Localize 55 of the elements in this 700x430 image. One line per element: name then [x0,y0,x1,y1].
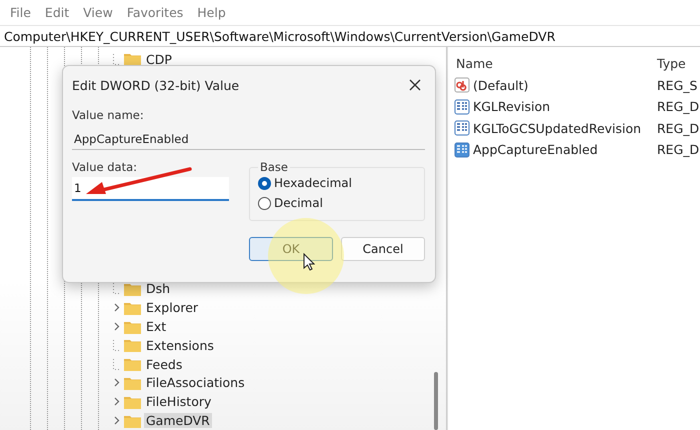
tree-item[interactable]: Feeds [144,356,184,372]
value-name[interactable]: AppCaptureEnabled [473,142,598,158]
binary-value-icon [454,120,470,136]
column-header[interactable]: Name [454,56,657,72]
tree-item[interactable]: Extensions [144,338,216,353]
folder-icon [124,300,141,315]
tree-item[interactable]: GameDVR [144,413,212,428]
value-name[interactable]: KGLToGCSUpdatedRevision [473,120,642,136]
tree-connector-icon [113,358,120,370]
folder-icon [124,52,141,66]
radio-button[interactable] [258,176,271,190]
tree-item[interactable]: CDP [144,52,174,67]
tree-item[interactable]: FileAssociations [144,375,247,390]
value-name[interactable]: KGLRevision [473,99,550,114]
radio-label[interactable]: Decimal [274,196,323,210]
folder-icon [124,282,141,296]
folder-icon [124,414,141,428]
scrollbar-thumb[interactable] [434,372,438,430]
tree-connector-icon [113,340,120,351]
value-data-field[interactable]: 1 [72,177,229,201]
dialog-title: Edit DWORD (32-bit) Value [72,78,240,92]
close-icon[interactable] [409,79,421,91]
tree-connector-icon [113,54,120,65]
value-type: REG_D [657,120,700,136]
radio-label[interactable]: Hexadecimal [274,176,352,190]
value-type: REG_D [657,142,700,158]
radio-button[interactable] [258,196,271,210]
field-label: Value data: [72,160,138,174]
tree-item[interactable]: Dsh [144,281,172,296]
folder-icon [124,394,141,409]
binary-value-icon [454,98,470,115]
tree-item[interactable]: Explorer [144,300,200,316]
folder-icon [124,357,141,372]
address-bar[interactable]: Computer\HKEY_CURRENT_USER\Software\Microsoft\Windows\CurrentVersion\GameDVR [0,25,700,47]
tree-connector-icon [113,283,120,294]
folder-icon [124,320,141,334]
menu-item[interactable]: Edit [38,5,76,20]
menu-item[interactable]: Help [191,5,232,20]
menu-item[interactable]: File [4,5,37,20]
mouse-pointer-icon [303,253,315,271]
tree-item[interactable]: Ext [144,319,168,334]
value-name[interactable]: (Default) [473,78,528,93]
binary-value-icon [454,142,470,158]
menu-item[interactable]: View [77,5,119,20]
column-header[interactable]: Type [657,56,700,72]
value-type: REG_S [657,78,698,93]
tree-item[interactable]: FileHistory [144,394,214,410]
group-label: Base [259,160,290,174]
folder-icon [124,376,141,390]
string-value-icon [454,77,470,94]
value-type: REG_D [657,99,700,114]
menu-item[interactable]: Favorites [120,5,190,20]
field-label: Value name: [72,108,145,122]
folder-icon [124,338,141,352]
dialog-button[interactable]: Cancel [341,237,425,261]
